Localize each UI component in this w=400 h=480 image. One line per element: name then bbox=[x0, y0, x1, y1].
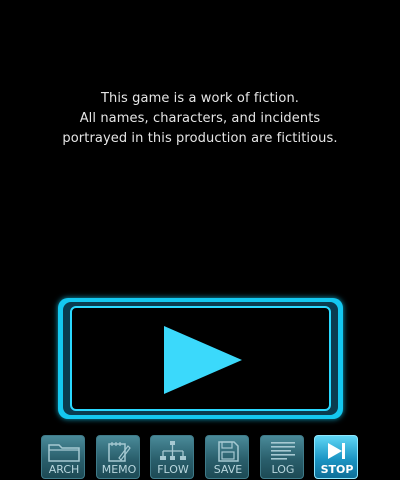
arch-label: ARCH bbox=[48, 463, 80, 476]
save-label: SAVE bbox=[213, 463, 243, 476]
stop-button[interactable]: STOP bbox=[314, 435, 358, 479]
play-icon bbox=[164, 326, 242, 394]
flowchart-icon bbox=[160, 441, 186, 460]
arch-button[interactable]: ARCH bbox=[41, 435, 85, 479]
memo-button[interactable]: MEMO bbox=[96, 435, 140, 479]
save-button[interactable]: SAVE bbox=[205, 435, 249, 479]
bottom-toolbar: ARCH MEMO FLOW SAVE LOG STOP bbox=[41, 435, 361, 479]
skip-forward-icon bbox=[328, 443, 345, 459]
stop-label: STOP bbox=[320, 463, 354, 476]
log-button[interactable]: LOG bbox=[260, 435, 304, 479]
disclaimer-line-3: portrayed in this production are fictiti… bbox=[62, 131, 338, 146]
play-button[interactable] bbox=[58, 298, 343, 419]
fiction-disclaimer: This game is a work of fiction. All name… bbox=[0, 89, 400, 149]
notepad-pen-icon bbox=[108, 442, 131, 462]
floppy-disk-icon bbox=[218, 441, 239, 462]
folder-icon bbox=[48, 444, 80, 462]
log-list-icon bbox=[271, 442, 295, 460]
flow-label: FLOW bbox=[157, 463, 189, 476]
flow-button[interactable]: FLOW bbox=[150, 435, 194, 479]
disclaimer-line-1: This game is a work of fiction. bbox=[100, 91, 300, 106]
memo-label: MEMO bbox=[101, 463, 137, 476]
log-label: LOG bbox=[271, 463, 295, 476]
disclaimer-line-2: All names, characters, and incidents bbox=[79, 111, 321, 126]
